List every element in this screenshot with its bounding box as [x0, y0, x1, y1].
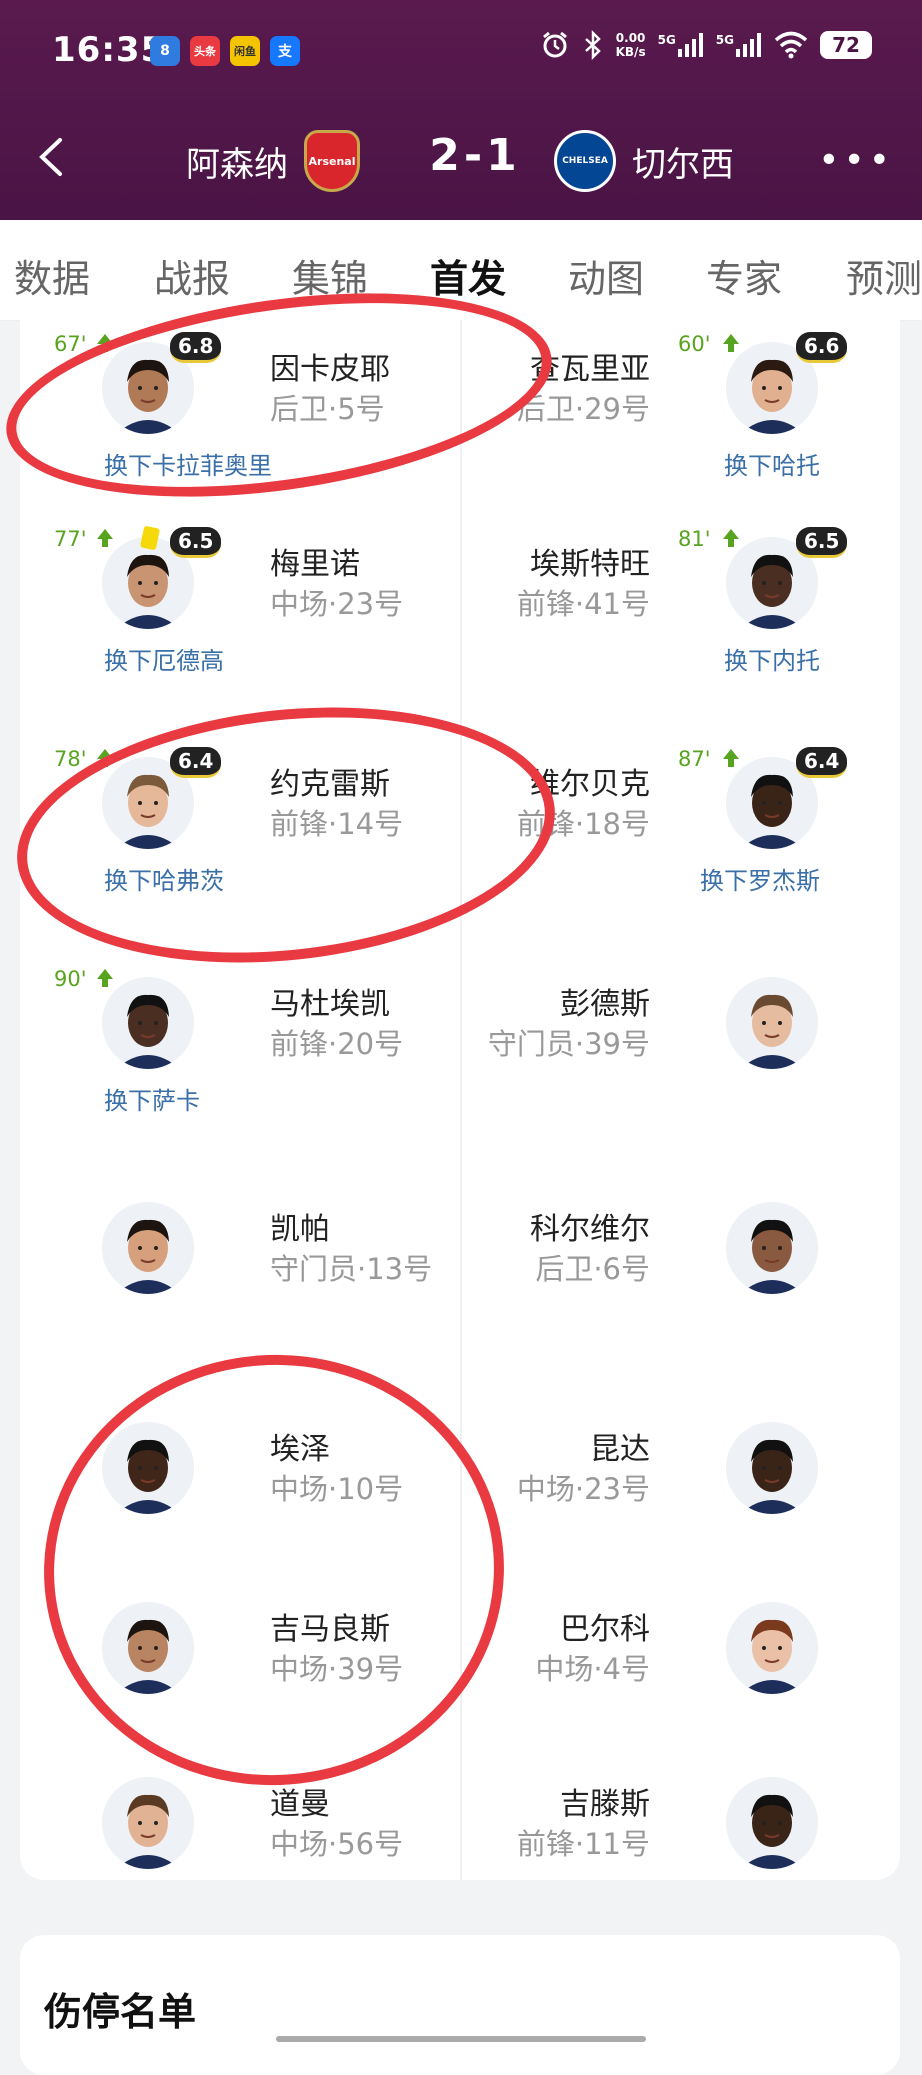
more-options-icon[interactable]: ••• — [818, 140, 894, 181]
arsenal-crest-icon: Arsenal — [304, 130, 360, 192]
player-name[interactable]: 梅里诺 — [270, 539, 360, 583]
home-team-name: 阿森纳 — [186, 144, 288, 185]
signal-1-label: 5G — [657, 33, 676, 47]
app-notification-icon: 闲鱼 — [230, 36, 260, 66]
player-position: 守门员·13号 — [270, 1252, 433, 1286]
match-bar: 阿森纳 Arsenal 2-1 CHELSEA 切尔西 ••• — [0, 120, 922, 200]
chelsea-crest-icon: CHELSEA — [554, 130, 616, 192]
player-position: 中场·23号 — [270, 587, 404, 621]
substituted-player-link[interactable]: 换下萨卡 — [104, 1081, 200, 1116]
tab-4[interactable]: 动图 — [568, 248, 644, 303]
sub-in-arrow-icon — [720, 747, 742, 769]
away-team[interactable]: CHELSEA 切尔西 — [554, 130, 734, 192]
player-position: 中场·23号 — [516, 1472, 650, 1506]
tab-5[interactable]: 专家 — [706, 248, 782, 303]
home-team[interactable]: 阿森纳 Arsenal — [186, 130, 360, 192]
signal-2: 5G — [716, 33, 762, 57]
signal-bars-icon — [677, 33, 703, 57]
net-speed-value: 0.00 — [615, 31, 646, 45]
player-rating-badge: 6.6 — [796, 332, 848, 363]
player-avatar — [102, 1202, 194, 1294]
player-position: 前锋·20号 — [270, 1027, 404, 1061]
injury-section-title: 伤停名单 — [44, 1990, 197, 2034]
tab-6[interactable]: 预测 — [846, 248, 922, 303]
signal-2-label: 5G — [715, 33, 734, 47]
status-app-icons: 8 头条 闲鱼 支 — [150, 36, 300, 66]
battery-level: 72 — [820, 31, 872, 59]
substituted-player-link[interactable]: 换下哈托 — [724, 446, 820, 481]
substituted-player-link[interactable]: 换下内托 — [724, 641, 820, 676]
player-rating-badge: 6.5 — [170, 527, 222, 558]
status-indicators: 0.00 KB/s 5G 5G 72 — [540, 30, 872, 60]
tab-1[interactable]: 战报 — [154, 248, 230, 303]
player-avatar — [102, 1777, 194, 1869]
sub-minute: 90' — [54, 967, 87, 991]
away-team-name: 切尔西 — [632, 144, 734, 185]
app-notification-icon: 支 — [270, 36, 300, 66]
player-avatar — [726, 1422, 818, 1514]
player-position: 后卫·6号 — [535, 1252, 650, 1286]
back-arrow-icon[interactable] — [30, 132, 80, 182]
player-name[interactable]: 马杜埃凯 — [270, 979, 390, 1023]
player-avatar — [726, 1777, 818, 1869]
match-header: 16:35 8 头条 闲鱼 支 0.00 KB/s 5G 5G 72 阿森纳 A… — [0, 0, 922, 220]
player-avatar — [726, 1202, 818, 1294]
sub-minute: 81' — [678, 527, 711, 551]
sub-in-arrow-icon — [94, 967, 116, 989]
player-name[interactable]: 道曼 — [270, 1779, 330, 1823]
sub-in-arrow-icon — [720, 527, 742, 549]
status-bar: 16:35 8 头条 闲鱼 支 0.00 KB/s 5G 5G 72 — [0, 0, 922, 100]
signal-1: 5G — [658, 33, 704, 57]
player-position: 前锋·11号 — [516, 1827, 650, 1861]
wifi-icon — [774, 31, 808, 59]
player-avatar — [726, 1602, 818, 1694]
net-speed-unit: KB/s — [615, 45, 646, 59]
player-avatar — [102, 977, 194, 1069]
player-name[interactable]: 昆达 — [590, 1424, 650, 1468]
sub-minute: 78' — [54, 747, 87, 771]
alarm-icon — [542, 31, 567, 58]
player-position: 中场·56号 — [270, 1827, 404, 1861]
status-time: 16:35 — [52, 30, 166, 70]
player-name[interactable]: 巴尔科 — [560, 1604, 650, 1648]
sub-minute: 87' — [678, 747, 711, 771]
player-name[interactable]: 吉滕斯 — [560, 1779, 650, 1823]
app-notification-icon: 头条 — [190, 36, 220, 66]
tab-0[interactable]: 数据 — [14, 248, 90, 303]
player-position: 中场·4号 — [535, 1652, 650, 1686]
player-name[interactable]: 凯帕 — [270, 1204, 330, 1248]
substituted-player-link[interactable]: 换下罗杰斯 — [700, 861, 820, 896]
player-position: 守门员·39号 — [487, 1027, 650, 1061]
bluetooth-icon — [584, 30, 601, 60]
player-rating-badge: 6.5 — [796, 527, 848, 558]
match-score: 2-1 — [429, 130, 521, 181]
player-avatar — [726, 977, 818, 1069]
player-name[interactable]: 彭德斯 — [560, 979, 650, 1023]
player-position: 前锋·41号 — [516, 587, 650, 621]
injury-card: 伤停名单 — [20, 1935, 900, 2075]
net-speed: 0.00 KB/s — [616, 31, 646, 59]
home-indicator[interactable] — [276, 2036, 646, 2042]
app-notification-icon: 8 — [150, 36, 180, 66]
player-name[interactable]: 埃斯特旺 — [530, 539, 650, 583]
sub-in-arrow-icon — [720, 332, 742, 354]
sub-minute: 60' — [678, 332, 711, 356]
sub-in-arrow-icon — [94, 527, 116, 549]
substituted-player-link[interactable]: 换下厄德高 — [104, 641, 224, 676]
player-name[interactable]: 科尔维尔 — [530, 1204, 650, 1248]
signal-bars-icon — [736, 33, 761, 57]
tab-3[interactable]: 首发 — [430, 248, 506, 303]
player-rating-badge: 6.4 — [796, 747, 848, 778]
sub-minute: 77' — [54, 527, 87, 551]
